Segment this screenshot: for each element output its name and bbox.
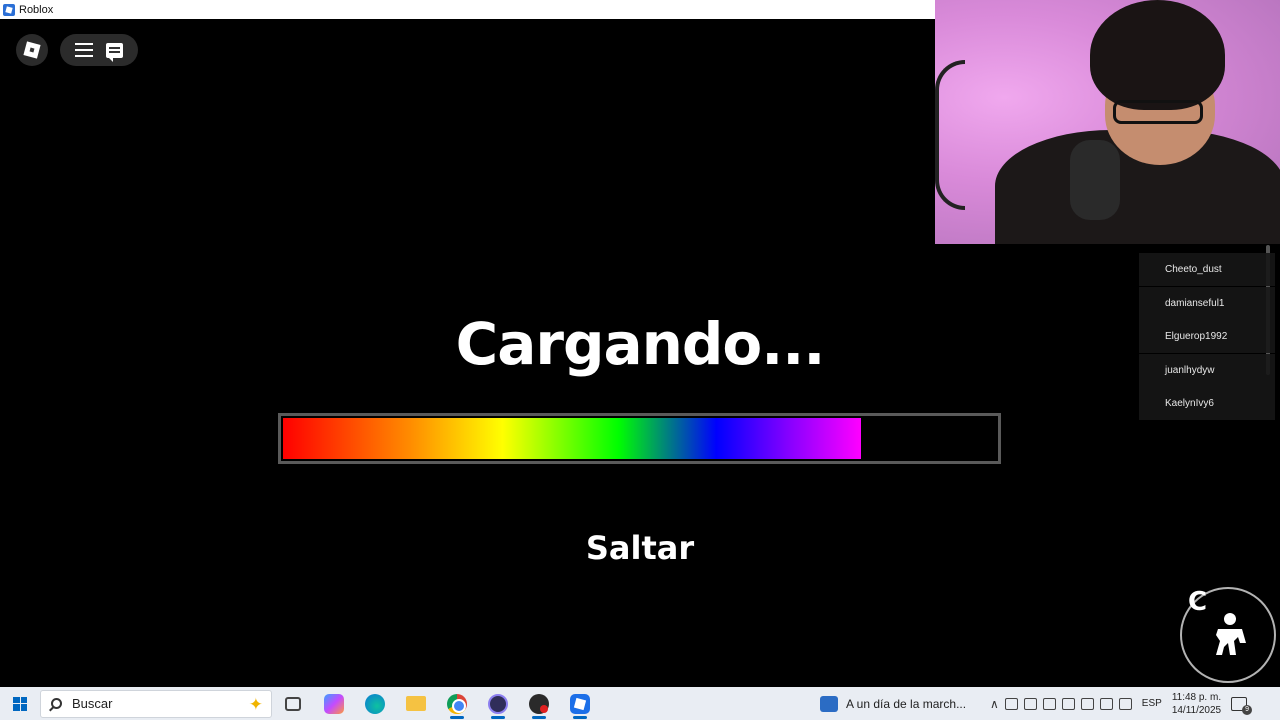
obs-icon xyxy=(487,693,508,714)
clock-time: 11:48 p. m. xyxy=(1171,691,1222,703)
player-name: KaelynIvy6 xyxy=(1165,398,1214,409)
search-icon xyxy=(51,698,62,709)
news-text: A un día de la march... xyxy=(846,696,967,711)
copilot-button[interactable] xyxy=(313,687,354,720)
search-highlight-icon: ✦ xyxy=(248,694,263,714)
news-icon xyxy=(820,695,838,712)
topbar-menu-pill xyxy=(60,34,138,66)
tray-app-icon[interactable] xyxy=(1061,697,1075,710)
roblox-menu-button[interactable] xyxy=(16,34,48,66)
wifi-icon[interactable] xyxy=(1099,697,1113,710)
microphone-icon[interactable] xyxy=(1042,697,1056,710)
player-name: juanlhydyw xyxy=(1165,364,1215,376)
edge-button[interactable] xyxy=(354,687,395,720)
loading-title: Cargando... xyxy=(455,310,826,378)
app-button[interactable] xyxy=(518,687,559,720)
player-name: Elguerop1992 xyxy=(1165,331,1228,342)
crouch-figure-icon xyxy=(1216,613,1246,655)
player-list-item[interactable]: KaelynIvy6 xyxy=(1139,387,1275,420)
news-widget[interactable]: A un día de la march... xyxy=(820,695,976,712)
start-button[interactable] xyxy=(0,687,40,720)
player-list-item[interactable]: damianseful1 xyxy=(1139,286,1275,320)
webcam-overlay xyxy=(935,0,1280,244)
roblox-app-icon xyxy=(3,3,15,16)
volume-icon[interactable] xyxy=(1118,697,1132,710)
copilot-icon xyxy=(323,693,344,714)
crouch-button[interactable]: C xyxy=(1180,587,1276,683)
windows-start-icon xyxy=(13,696,27,711)
player-list-item[interactable]: Cheeto_dust xyxy=(1139,253,1275,286)
streamer-hair xyxy=(1090,0,1225,110)
chrome-button[interactable] xyxy=(436,687,477,720)
roblox-logo-icon xyxy=(23,41,41,59)
window-title: Roblox xyxy=(19,3,54,16)
skip-button[interactable]: Saltar xyxy=(560,522,720,574)
edge-icon xyxy=(364,693,385,714)
input-language[interactable]: ESP xyxy=(1142,698,1162,709)
tray-app-icon[interactable] xyxy=(1004,697,1018,710)
mic-arm xyxy=(935,60,965,210)
roblox-icon xyxy=(569,693,590,714)
roblox-taskbar-button[interactable] xyxy=(559,687,600,720)
streamer-glasses xyxy=(1113,100,1203,124)
tray-app-icon[interactable] xyxy=(1023,697,1037,710)
app-icon xyxy=(528,693,549,714)
chrome-icon xyxy=(446,693,467,714)
loading-progress-bar xyxy=(278,413,1001,464)
task-view-button[interactable] xyxy=(272,687,313,720)
player-name: damianseful1 xyxy=(1165,297,1225,309)
chat-icon[interactable] xyxy=(106,42,124,62)
notification-center-icon[interactable]: 9 xyxy=(1231,696,1253,715)
notification-badge: 9 xyxy=(1242,704,1253,715)
player-list-item[interactable]: Elguerop1992 xyxy=(1139,320,1275,353)
system-tray: ∧ ESP xyxy=(990,697,1162,711)
file-explorer-icon xyxy=(405,696,426,711)
loading-progress-fill xyxy=(283,418,861,459)
taskbar-search-box[interactable]: Buscar ✦ xyxy=(40,689,272,718)
window-titlebar: Roblox xyxy=(0,0,935,19)
search-placeholder: Buscar xyxy=(72,696,113,711)
clock-date: 14/11/2025 xyxy=(1171,704,1222,716)
battery-icon[interactable] xyxy=(1080,697,1094,710)
microphone xyxy=(1070,140,1120,220)
player-list-item[interactable]: juanlhydyw xyxy=(1139,353,1275,387)
player-list: Cheeto_dust damianseful1 Elguerop1992 ju… xyxy=(1139,253,1275,421)
file-explorer-button[interactable] xyxy=(395,687,436,720)
player-name: Cheeto_dust xyxy=(1165,264,1222,275)
hamburger-menu-icon[interactable] xyxy=(74,43,93,57)
task-view-icon xyxy=(284,696,301,711)
tray-overflow-chevron-icon[interactable]: ∧ xyxy=(990,697,999,711)
crouch-key-label: C xyxy=(1188,587,1208,617)
windows-taskbar: Buscar ✦ A un día de la march... ∧ ESP 1… xyxy=(0,687,1280,720)
system-clock[interactable]: 11:48 p. m. 14/11/2025 xyxy=(1172,691,1221,717)
obs-button[interactable] xyxy=(477,687,518,720)
